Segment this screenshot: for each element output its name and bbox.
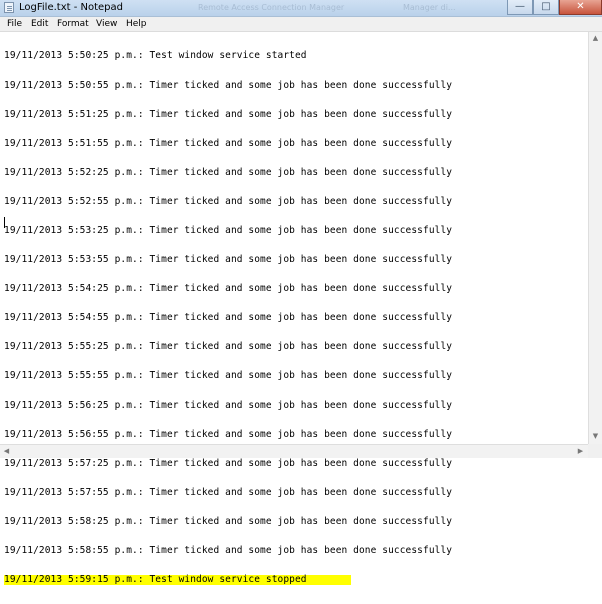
log-line: 19/11/2013 5:55:55 p.m.: Timer ticked an… xyxy=(4,370,453,382)
window-title: LogFile.txt - Notepad xyxy=(19,2,123,13)
vertical-scrollbar[interactable]: ▲ ▼ xyxy=(588,32,602,444)
scroll-up-icon[interactable]: ▲ xyxy=(589,32,602,45)
scroll-right-icon[interactable]: ▶ xyxy=(574,445,587,458)
log-line: 19/11/2013 5:57:25 p.m.: Timer ticked an… xyxy=(4,457,453,469)
menu-file[interactable]: File xyxy=(7,17,22,31)
log-line: 19/11/2013 5:58:55 p.m.: Timer ticked an… xyxy=(4,545,453,556)
log-line: 19/11/2013 5:57:55 p.m.: Timer ticked an… xyxy=(4,486,453,498)
log-line: 19/11/2013 5:56:25 p.m.: Timer ticked an… xyxy=(4,399,453,411)
scrollbar-corner xyxy=(588,444,602,458)
log-line: 19/11/2013 5:58:25 p.m.: Timer ticked an… xyxy=(4,515,453,527)
scroll-left-icon[interactable]: ◀ xyxy=(0,445,13,458)
title-bar[interactable]: LogFile.txt - Notepad Remote Access Conn… xyxy=(0,0,602,17)
horizontal-scrollbar[interactable]: ◀ ▶ xyxy=(0,444,588,458)
maximize-icon: □ xyxy=(541,1,551,12)
close-icon: ✕ xyxy=(576,1,585,12)
background-window-title: Remote Access Connection Manager xyxy=(198,3,345,12)
log-line: 19/11/2013 5:55:25 p.m.: Timer ticked an… xyxy=(4,341,453,353)
log-line-highlighted: 19/11/2013 5:59:15 p.m.: Test window ser… xyxy=(4,575,351,585)
maximize-button[interactable]: □ xyxy=(533,0,559,15)
menu-help[interactable]: Help xyxy=(126,17,147,31)
text-editor[interactable]: 19/11/2013 5:50:25 p.m.: Test window ser… xyxy=(0,32,588,585)
document-text: 19/11/2013 5:50:25 p.m.: Test window ser… xyxy=(4,32,452,604)
log-line: 19/11/2013 5:50:25 p.m.: Test window ser… xyxy=(4,50,307,62)
text-caret xyxy=(4,217,5,228)
menu-edit[interactable]: Edit xyxy=(31,17,48,31)
log-line: 19/11/2013 5:56:55 p.m.: Timer ticked an… xyxy=(4,428,453,440)
log-line: 19/11/2013 5:50:55 p.m.: Timer ticked an… xyxy=(4,79,453,91)
log-line: 19/11/2013 5:51:25 p.m.: Timer ticked an… xyxy=(4,108,453,120)
menu-view[interactable]: View xyxy=(96,17,117,31)
notepad-icon xyxy=(4,2,14,13)
close-button[interactable]: ✕ xyxy=(559,0,602,15)
log-line: 19/11/2013 5:51:55 p.m.: Timer ticked an… xyxy=(4,137,453,149)
menu-bar: File Edit Format View Help xyxy=(0,17,602,32)
background-window-title: Manager di... xyxy=(403,3,456,12)
scroll-down-icon[interactable]: ▼ xyxy=(589,430,602,443)
log-line: 19/11/2013 5:53:55 p.m.: Timer ticked an… xyxy=(4,254,453,266)
log-line: 19/11/2013 5:54:25 p.m.: Timer ticked an… xyxy=(4,283,453,295)
log-line: 19/11/2013 5:52:25 p.m.: Timer ticked an… xyxy=(4,166,453,178)
log-line: 19/11/2013 5:52:55 p.m.: Timer ticked an… xyxy=(4,195,453,207)
minimize-button[interactable]: — xyxy=(507,0,533,15)
menu-format[interactable]: Format xyxy=(57,17,89,31)
log-line: 19/11/2013 5:53:25 p.m.: Timer ticked an… xyxy=(4,224,453,236)
log-line: 19/11/2013 5:54:55 p.m.: Timer ticked an… xyxy=(4,312,453,324)
minimize-icon: — xyxy=(515,1,525,12)
